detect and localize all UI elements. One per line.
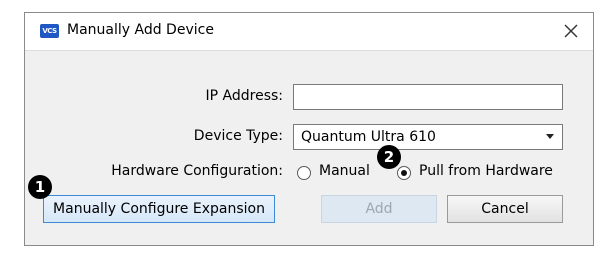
radio-manual[interactable] bbox=[297, 166, 311, 180]
radio-manual-label[interactable]: Manual bbox=[319, 163, 370, 179]
radio-pull-from-hardware-label[interactable]: Pull from Hardware bbox=[419, 163, 553, 179]
chevron-down-icon bbox=[546, 134, 554, 139]
manually-add-device-dialog: VCS Manually Add Device IP Address: Devi… bbox=[24, 12, 594, 246]
hardware-configuration-label: Hardware Configuration: bbox=[111, 163, 283, 179]
device-type-select[interactable]: Quantum Ultra 610 bbox=[293, 124, 563, 150]
ip-address-label: IP Address: bbox=[205, 88, 284, 104]
ip-address-input[interactable] bbox=[293, 84, 563, 110]
manually-configure-expansion-button[interactable]: Manually Configure Expansion bbox=[43, 195, 275, 223]
device-type-label: Device Type: bbox=[193, 128, 283, 144]
add-button[interactable]: Add bbox=[321, 195, 437, 223]
callout-badge-2: 2 bbox=[377, 145, 401, 169]
device-type-value: Quantum Ultra 610 bbox=[301, 129, 436, 145]
app-logo-icon: VCS bbox=[40, 24, 59, 38]
radio-pull-from-hardware[interactable] bbox=[397, 166, 411, 180]
close-button[interactable] bbox=[559, 19, 583, 43]
callout-badge-1: 1 bbox=[28, 175, 52, 199]
title-bar: VCS Manually Add Device bbox=[25, 13, 593, 51]
dialog-title: Manually Add Device bbox=[67, 22, 214, 38]
cancel-button[interactable]: Cancel bbox=[447, 195, 563, 223]
close-icon bbox=[564, 24, 578, 38]
